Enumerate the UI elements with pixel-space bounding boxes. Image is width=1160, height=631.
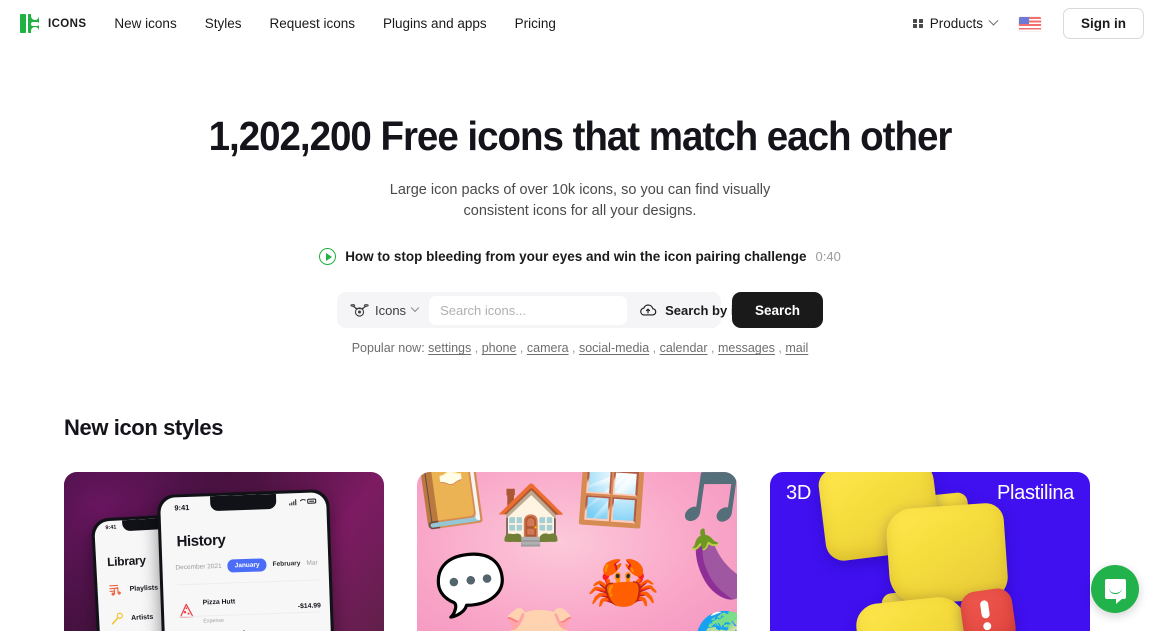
card-label-plastilina: Plastilina (996, 482, 1074, 505)
emoji-globe-icon: 🌍 (693, 614, 737, 631)
wifi-icon (299, 499, 305, 504)
video-title: How to stop bleeding from your eyes and … (345, 249, 807, 265)
nav-item-new-icons[interactable]: New icons (114, 16, 176, 31)
transaction-name: Pizza Hutt (202, 598, 236, 607)
search-type-dropdown[interactable]: Icons (350, 303, 429, 318)
icons8-drone-icon (350, 303, 369, 317)
transaction-amount: -$14.99 (297, 602, 321, 610)
history-title: History (176, 531, 226, 551)
library-title: Library (106, 553, 147, 570)
search-type-label: Icons (374, 302, 407, 318)
style-cards-row: 9:41 Library Playlists Artists 9:41 Hist… (64, 472, 1096, 631)
search-box: Icons Search by image New (336, 292, 810, 329)
emoji-notebook-icon: 📔 (417, 472, 495, 535)
header-right-group: Products Sign in (913, 8, 1144, 39)
emoji-eggplant-icon: 🍆 (677, 524, 737, 607)
nav-item-plugins-apps[interactable]: Plugins and apps (383, 16, 487, 31)
search-input[interactable] (429, 295, 628, 325)
style-card-3d-emoji[interactable]: 📔 🏠 🪟 🎵 💬 🦀 🍆 🐷 🌍 (417, 472, 737, 631)
brand-name: ICONS (48, 17, 87, 30)
library-item-label: Playlists (129, 584, 159, 593)
hero-section: 1,202,200 Free icons that match each oth… (0, 47, 1160, 355)
emoji-crab-icon: 🦀 (587, 550, 660, 616)
page-title: 1,202,200 Free icons that match each oth… (208, 113, 953, 159)
products-menu-button[interactable]: Products (913, 15, 999, 31)
emoji-speech-icon: 💬 (431, 548, 511, 621)
popular-term-settings[interactable]: settings (428, 341, 471, 355)
video-duration: 0:40 (815, 249, 841, 265)
library-item-label: Artists (130, 613, 154, 622)
popular-term-mail[interactable]: mail (785, 341, 808, 355)
search-area: Icons Search by image New Search (0, 292, 1160, 329)
month-tab-december[interactable]: December 2021 (175, 563, 221, 572)
plastilina-warning-icon (958, 586, 1018, 631)
emoji-pig-icon: 🐷 (503, 606, 575, 631)
main-nav: New icons Styles Request icons Plugins a… (114, 16, 555, 31)
brand-logo-link[interactable]: ICONS (20, 14, 86, 33)
search-submit-button[interactable]: Search (731, 292, 824, 329)
month-tab-january[interactable]: January (227, 558, 267, 573)
icons8-logo-icon (20, 14, 39, 33)
popular-term-messages[interactable]: messages (718, 341, 775, 355)
emoji-music-note-icon: 🎵 (675, 472, 737, 532)
site-header: ICONS New icons Styles Request icons Plu… (0, 0, 1160, 47)
month-tabs: December 2021 January February Mar (175, 557, 318, 575)
nav-item-request-icons[interactable]: Request icons (269, 16, 355, 31)
hero-subtitle: Large icon packs of over 10k icons, so y… (0, 180, 1160, 222)
popular-label: Popular now: (351, 341, 425, 356)
hero-subtitle-line1: Large icon packs of over 10k icons, so y… (389, 182, 771, 199)
style-card-ios-glyph[interactable]: 9:41 Library Playlists Artists 9:41 Hist… (64, 472, 384, 631)
chat-widget-button[interactable] (1091, 565, 1139, 613)
emoji-house-icon: 🏠 (495, 482, 568, 548)
phone-status-time: 9:41 (174, 503, 190, 513)
battery-icon (307, 498, 317, 505)
chevron-down-icon (988, 15, 999, 26)
emoji-window-icon: 🪟 (574, 472, 649, 530)
playlist-icon (109, 584, 121, 596)
nav-item-styles[interactable]: Styles (205, 16, 242, 31)
microphone-icon (111, 612, 123, 625)
nav-item-pricing[interactable]: Pricing (515, 16, 556, 31)
card-label-3d: 3D (786, 482, 811, 505)
month-tab-march[interactable]: Mar (306, 560, 317, 567)
us-flag-icon[interactable] (1019, 16, 1041, 31)
month-tab-february[interactable]: February (272, 560, 300, 568)
phone-mockup-history: 9:41 History December 2021 January Febru… (156, 489, 336, 631)
section-title: New icon styles (64, 415, 224, 441)
new-icon-styles-section: New icon styles 9:41 Library Playlists A… (0, 415, 1160, 631)
signal-icon (289, 499, 297, 506)
popular-searches: Popular now: settings , phone , camera ,… (351, 341, 809, 356)
chat-bubble-icon (1104, 579, 1126, 604)
play-circle-icon (319, 248, 337, 266)
popular-term-camera[interactable]: camera (527, 341, 569, 355)
chevron-down-icon (410, 303, 420, 313)
popular-term-calendar[interactable]: calendar (660, 341, 708, 355)
library-item-artists: Artists (110, 610, 154, 626)
hero-subtitle-line2: consistent icons for all your designs. (463, 203, 697, 220)
cloud-upload-icon (640, 304, 657, 316)
grid-icon (913, 18, 923, 29)
phone-status-icons (289, 498, 317, 506)
library-item-playlists: Playlists (108, 581, 158, 598)
style-card-plastilina[interactable]: 3D Plastilina (770, 472, 1090, 631)
products-label: Products (929, 16, 983, 31)
popular-term-phone[interactable]: phone (482, 341, 517, 355)
video-promo-link[interactable]: How to stop bleeding from your eyes and … (0, 248, 1160, 266)
phone-status-time: 9:41 (105, 524, 117, 532)
sign-in-button[interactable]: Sign in (1063, 8, 1144, 39)
popular-term-social-media[interactable]: social-media (579, 341, 649, 355)
